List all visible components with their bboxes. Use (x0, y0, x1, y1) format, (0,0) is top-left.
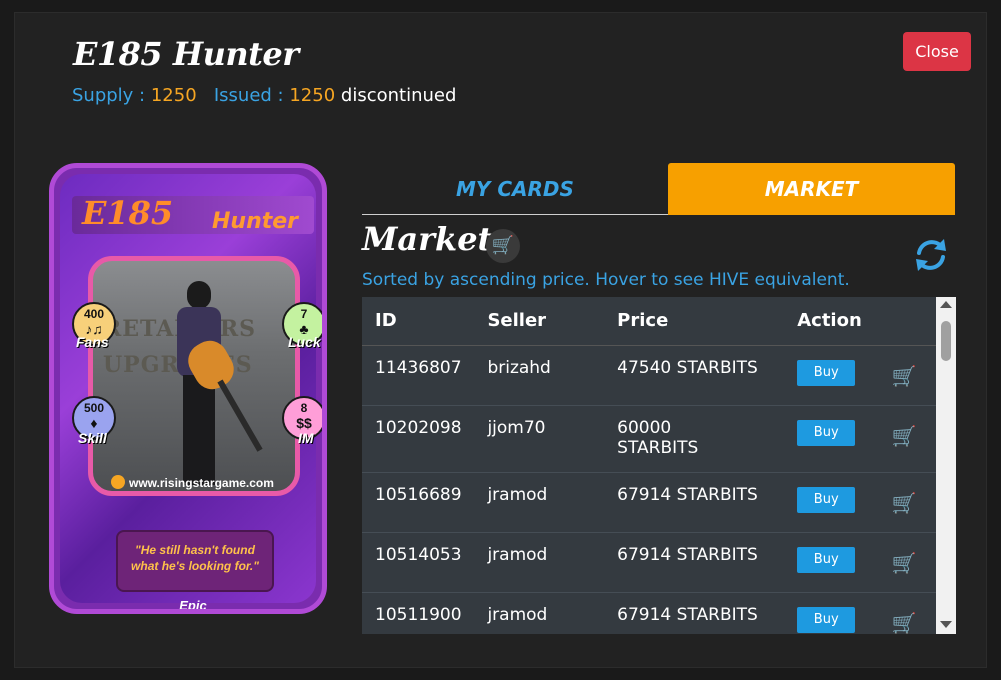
im-label: IM (298, 430, 314, 446)
fans-value: 400 (83, 307, 105, 321)
buy-button[interactable]: Buy (797, 359, 856, 386)
supply-label: Supply : (72, 85, 146, 106)
card-quote: "He still hasn't found what he's looking… (116, 530, 274, 592)
row-seller: jramod (474, 591, 605, 634)
card-detail-modal: E185 Hunter Supply : 1250 Issued : 1250 … (14, 12, 987, 668)
row-cart: 🛒 (861, 591, 936, 635)
row-action: Buy (784, 404, 862, 472)
add-to-cart-icon[interactable]: 🛒 (875, 424, 917, 448)
row-action: Buy (784, 471, 862, 532)
market-table: ID Seller Price Action 11436807 brizahd … (362, 297, 936, 634)
add-to-cart-icon[interactable]: 🛒 (875, 611, 917, 635)
card-photo: RETAILERS UPGRADES www.risingstargame.co… (88, 256, 300, 496)
row-seller: brizahd (474, 344, 605, 405)
page-title: E185 Hunter (73, 35, 299, 73)
table-row: 10511900 jramod 67914 STARBITS Buy 🛒 (362, 591, 936, 635)
shopping-cart-icon[interactable]: 🛒 (486, 229, 520, 263)
row-cart: 🛒 (861, 344, 936, 405)
close-button[interactable]: Close (903, 32, 971, 71)
card-url-text: www.risingstargame.com (129, 476, 274, 490)
scroll-up-arrow-icon[interactable] (940, 301, 952, 308)
row-price: 67914 STARBITS (604, 471, 785, 532)
skill-label: Skill (78, 430, 107, 446)
money-icon: $$ (296, 415, 312, 431)
buy-button[interactable]: Buy (797, 546, 856, 573)
sort-note: Sorted by ascending price. Hover to see … (362, 270, 850, 290)
table-row: 10514053 jramod 67914 STARBITS Buy 🛒 (362, 531, 936, 592)
row-price-text: 60000 STARBITS (617, 417, 699, 458)
refresh-icon[interactable] (911, 235, 951, 275)
fans-label: Fans (76, 334, 109, 350)
column-header-price: Price (604, 297, 785, 346)
row-id: 10202098 (362, 404, 475, 472)
card-name: Hunter (212, 209, 299, 234)
row-seller: jramod (474, 471, 605, 532)
skill-value: 500 (83, 401, 105, 415)
market-title: Market (362, 220, 493, 258)
row-id: 11436807 (362, 344, 475, 405)
buy-button[interactable]: Buy (797, 606, 856, 633)
column-header-seller: Seller (474, 297, 605, 346)
row-action: Buy (784, 591, 862, 634)
column-header-action: Action (784, 297, 862, 346)
buy-button[interactable]: Buy (797, 419, 856, 446)
column-header-cart (861, 297, 936, 346)
tab-market[interactable]: MARKET (668, 163, 955, 215)
row-cart: 🛒 (861, 471, 936, 532)
supply-info: Supply : 1250 Issued : 1250 discontinued (72, 85, 456, 106)
add-to-cart-icon[interactable]: 🛒 (875, 551, 917, 575)
buy-button[interactable]: Buy (797, 486, 856, 513)
add-to-cart-icon[interactable]: 🛒 (875, 364, 917, 388)
row-id: 10516689 (362, 471, 475, 532)
musician-legs (183, 375, 215, 485)
scroll-down-arrow-icon[interactable] (940, 621, 952, 628)
row-price: 47540 STARBITS (604, 344, 785, 405)
card-rarity: Epic (179, 598, 207, 613)
row-id: 10514053 (362, 531, 475, 592)
table-row: 10202098 jjom70 60000 STARBITS Buy 🛒 (362, 404, 936, 472)
card-image: E185 Hunter RETAILERS UPGRADES www.risin… (49, 163, 327, 614)
table-row: 11436807 brizahd 47540 STARBITS Buy 🛒 (362, 344, 936, 405)
table-header-row: ID Seller Price Action (362, 297, 936, 346)
row-cart: 🛒 (861, 531, 936, 592)
supply-value: 1250 (150, 85, 197, 106)
row-action: Buy (784, 344, 862, 405)
card-background: E185 Hunter RETAILERS UPGRADES www.risin… (60, 174, 322, 609)
row-seller: jjom70 (474, 404, 605, 472)
add-to-cart-icon[interactable]: 🛒 (875, 491, 917, 515)
musician-head (187, 281, 211, 309)
star-icon (111, 475, 125, 489)
table-scrollbar[interactable] (936, 297, 956, 634)
luck-label: Luck (288, 334, 321, 350)
row-price: 67914 STARBITS (604, 591, 785, 634)
row-seller: jramod (474, 531, 605, 592)
row-cart: 🛒 (861, 404, 936, 472)
row-price: 60000 STARBITS (604, 404, 785, 472)
column-header-id: ID (362, 297, 475, 346)
row-price: 67914 STARBITS (604, 531, 785, 592)
tab-my-cards[interactable]: MY CARDS (362, 163, 668, 215)
table-row: 10516689 jramod 67914 STARBITS Buy 🛒 (362, 471, 936, 532)
scrollbar-thumb[interactable] (941, 321, 951, 361)
issued-label: Issued : (213, 85, 284, 106)
card-url: www.risingstargame.com (111, 475, 274, 490)
row-id: 10511900 (362, 591, 475, 634)
card-code: E185 (82, 194, 174, 232)
issued-value: 1250 (289, 85, 336, 106)
status-text: discontinued (340, 85, 457, 106)
im-value: 8 (300, 401, 308, 415)
skill-icon: ♦ (90, 415, 98, 431)
luck-value: 7 (300, 307, 308, 321)
row-action: Buy (784, 531, 862, 592)
